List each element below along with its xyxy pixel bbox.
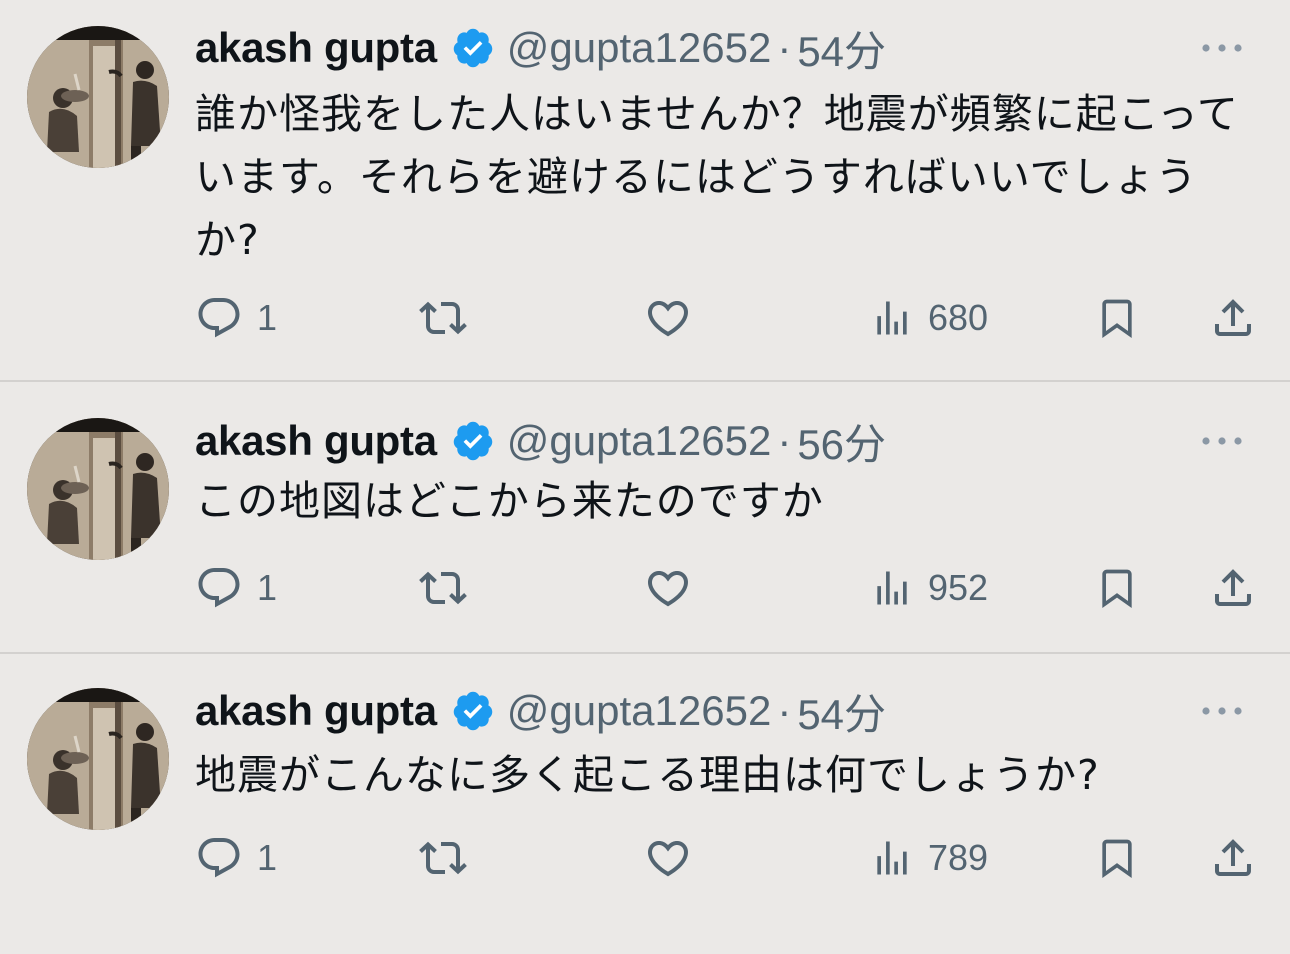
bookmark-icon <box>1102 569 1132 609</box>
tweet[interactable]: akash gupta @gupta12652 · 56分 この地図はどこから来… <box>0 384 1290 654</box>
share-button[interactable] <box>1209 832 1257 884</box>
more-options-icon[interactable] <box>1200 431 1244 451</box>
tweet-actions: 1 952 <box>195 562 1265 614</box>
avatar[interactable] <box>27 26 169 168</box>
avatar[interactable] <box>27 418 169 560</box>
timeline: akash gupta @gupta12652 · 54分 誰か怪我をした人はい… <box>0 0 1290 954</box>
views-bar-chart-icon <box>877 301 907 335</box>
views-button[interactable]: 789 <box>870 832 988 884</box>
heart-icon <box>647 841 689 877</box>
reply-button[interactable]: 1 <box>195 292 277 344</box>
timestamp[interactable]: 56分 <box>797 411 886 472</box>
separator-dot: · <box>777 417 792 464</box>
separator-dot: · <box>777 687 792 734</box>
tweet-text: 地震がこんなに多く起こる理由は何でしょうか? <box>195 751 1100 799</box>
author-name[interactable]: akash gupta <box>195 417 437 465</box>
reply-icon <box>198 298 240 338</box>
bookmark-button[interactable] <box>1095 292 1139 344</box>
reply-button[interactable]: 1 <box>195 562 277 614</box>
verified-badge-icon <box>451 419 495 463</box>
share-icon <box>1215 569 1251 606</box>
author-name[interactable]: akash gupta <box>195 24 437 72</box>
reply-icon <box>198 568 240 608</box>
like-button[interactable] <box>643 832 693 884</box>
tweet-header: akash gupta @gupta12652 · 54分 <box>195 22 886 75</box>
like-button[interactable] <box>643 292 693 344</box>
like-button[interactable] <box>643 562 693 614</box>
tweet-actions: 1 680 <box>195 292 1265 344</box>
share-button[interactable] <box>1209 562 1257 614</box>
author-name[interactable]: akash gupta <box>195 687 437 735</box>
views-button[interactable]: 680 <box>870 292 988 344</box>
retweet-icon <box>419 571 467 605</box>
reply-icon <box>198 838 240 878</box>
view-count: 952 <box>928 567 989 608</box>
share-button[interactable] <box>1209 292 1257 344</box>
reply-button[interactable]: 1 <box>195 832 277 884</box>
tweet[interactable]: akash gupta @gupta12652 · 54分 地震がこんなに多く起… <box>0 656 1290 954</box>
author-handle[interactable]: @gupta12652 <box>507 24 772 72</box>
tweet-header: akash gupta @gupta12652 · 56分 <box>195 415 886 468</box>
share-icon <box>1215 299 1251 336</box>
heart-icon <box>647 571 689 607</box>
retweet-button[interactable] <box>417 292 469 344</box>
reply-count: 1 <box>257 567 278 608</box>
bookmark-button[interactable] <box>1095 832 1139 884</box>
reply-count: 1 <box>257 837 278 878</box>
retweet-icon <box>419 841 467 875</box>
bookmark-button[interactable] <box>1095 562 1139 614</box>
retweet-button[interactable] <box>417 832 469 884</box>
heart-icon <box>647 301 689 337</box>
author-handle[interactable]: @gupta12652 <box>507 417 772 465</box>
views-bar-chart-icon <box>877 571 907 605</box>
timestamp[interactable]: 54分 <box>797 18 886 79</box>
verified-badge-icon <box>451 26 495 70</box>
retweet-icon <box>419 301 467 335</box>
views-button[interactable]: 952 <box>870 562 988 614</box>
verified-badge-icon <box>451 689 495 733</box>
share-icon <box>1215 839 1251 876</box>
view-count: 680 <box>928 297 989 338</box>
reply-count: 1 <box>257 297 278 338</box>
tweet-text: 誰か怪我をした人はいませんか？地震が頻繁に起こっています。それらを避けるにはどう… <box>195 90 1239 264</box>
views-bar-chart-icon <box>877 841 907 875</box>
tweet-actions: 1 789 <box>195 832 1265 884</box>
bookmark-icon <box>1102 299 1132 339</box>
tweet[interactable]: akash gupta @gupta12652 · 54分 誰か怪我をした人はい… <box>0 0 1290 382</box>
separator-dot: · <box>777 24 792 71</box>
tweet-header: akash gupta @gupta12652 · 54分 <box>195 685 886 738</box>
author-handle[interactable]: @gupta12652 <box>507 687 772 735</box>
bookmark-icon <box>1102 839 1132 879</box>
timestamp[interactable]: 54分 <box>797 681 886 742</box>
more-options-icon[interactable] <box>1200 38 1244 58</box>
tweet-text: この地図はどこから来たのですか <box>195 477 824 525</box>
avatar[interactable] <box>27 688 169 830</box>
view-count: 789 <box>928 837 989 878</box>
more-options-icon[interactable] <box>1200 701 1244 721</box>
retweet-button[interactable] <box>417 562 469 614</box>
